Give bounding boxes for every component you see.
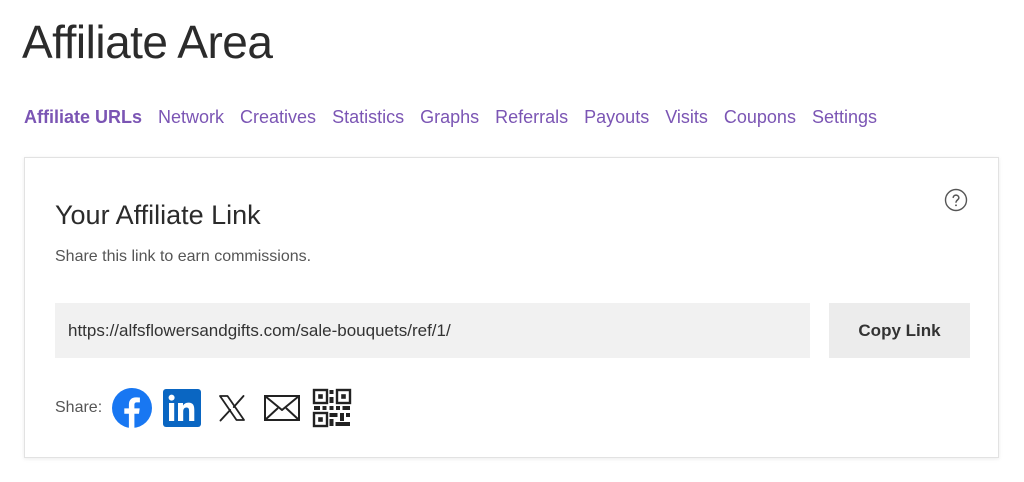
question-circle-icon[interactable]	[944, 188, 968, 212]
page-title: Affiliate Area	[22, 16, 273, 68]
tab-network[interactable]: Network	[158, 104, 224, 130]
tab-coupons[interactable]: Coupons	[724, 104, 796, 130]
tab-payouts[interactable]: Payouts	[584, 104, 649, 130]
page: Affiliate Area Affiliate URLs Network Cr…	[0, 0, 1024, 482]
email-icon[interactable]	[262, 388, 302, 428]
tab-referrals[interactable]: Referrals	[495, 104, 568, 130]
x-icon[interactable]	[212, 388, 252, 428]
affiliate-url-input[interactable]	[55, 303, 810, 358]
tab-creatives[interactable]: Creatives	[240, 104, 316, 130]
qr-code-icon[interactable]	[312, 388, 352, 428]
facebook-icon[interactable]	[112, 388, 153, 428]
linkedin-icon[interactable]	[162, 388, 202, 428]
tab-statistics[interactable]: Statistics	[332, 104, 404, 130]
tab-settings[interactable]: Settings	[812, 104, 877, 130]
card-title: Your Affiliate Link	[55, 200, 261, 230]
affiliate-tabs: Affiliate URLs Network Creatives Statist…	[24, 104, 877, 130]
tab-affiliate-urls[interactable]: Affiliate URLs	[24, 104, 142, 130]
card-description: Share this link to earn commissions.	[55, 248, 312, 265]
copy-link-button[interactable]: Copy Link	[829, 303, 970, 358]
tab-visits[interactable]: Visits	[665, 104, 708, 130]
tab-graphs[interactable]: Graphs	[420, 104, 479, 130]
share-label: Share:	[55, 399, 103, 416]
share-row: Share:	[55, 386, 362, 430]
affiliate-link-card: Your Affiliate Link Share this link to e…	[24, 157, 999, 458]
